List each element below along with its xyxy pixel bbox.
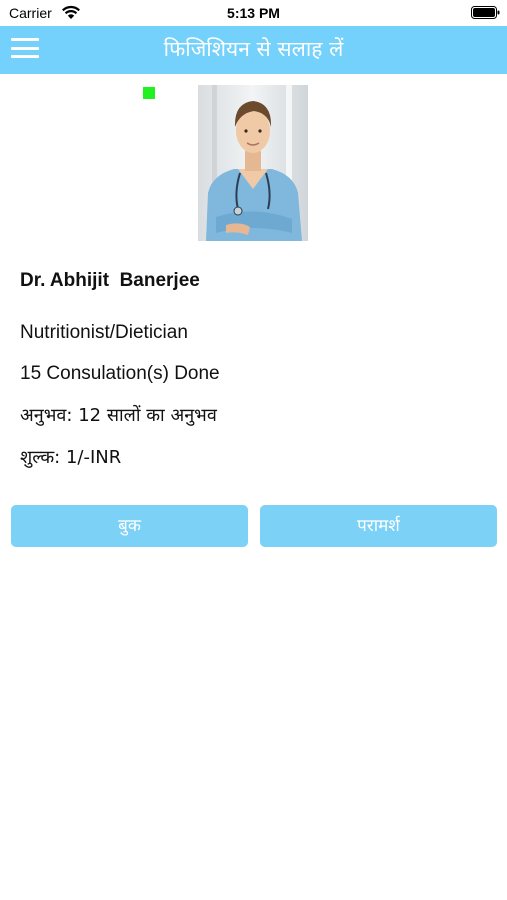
green-marker <box>143 87 155 99</box>
consult-button[interactable]: परामर्श <box>260 505 497 547</box>
book-button[interactable]: बुक <box>11 505 248 547</box>
doctor-photo <box>198 85 308 241</box>
consultation-fee: शुल्क: 1/-INR <box>20 447 122 468</box>
consultations-count: 15 Consulation(s) Done <box>20 363 220 384</box>
doctor-experience: अनुभव: 12 सालों का अनुभव <box>20 405 217 426</box>
page-title: फिजिशियन से सलाह लें <box>163 37 344 61</box>
status-time: 5:13 PM <box>227 5 280 21</box>
battery-icon <box>471 6 500 19</box>
status-bar: Carrier 5:13 PM <box>0 0 507 26</box>
doctor-name: Dr. Abhijit Banerjee <box>20 270 200 291</box>
doctor-specialization: Nutritionist/Dietician <box>20 322 188 343</box>
nav-bar: फिजिशियन से सलाह लें <box>0 26 507 74</box>
